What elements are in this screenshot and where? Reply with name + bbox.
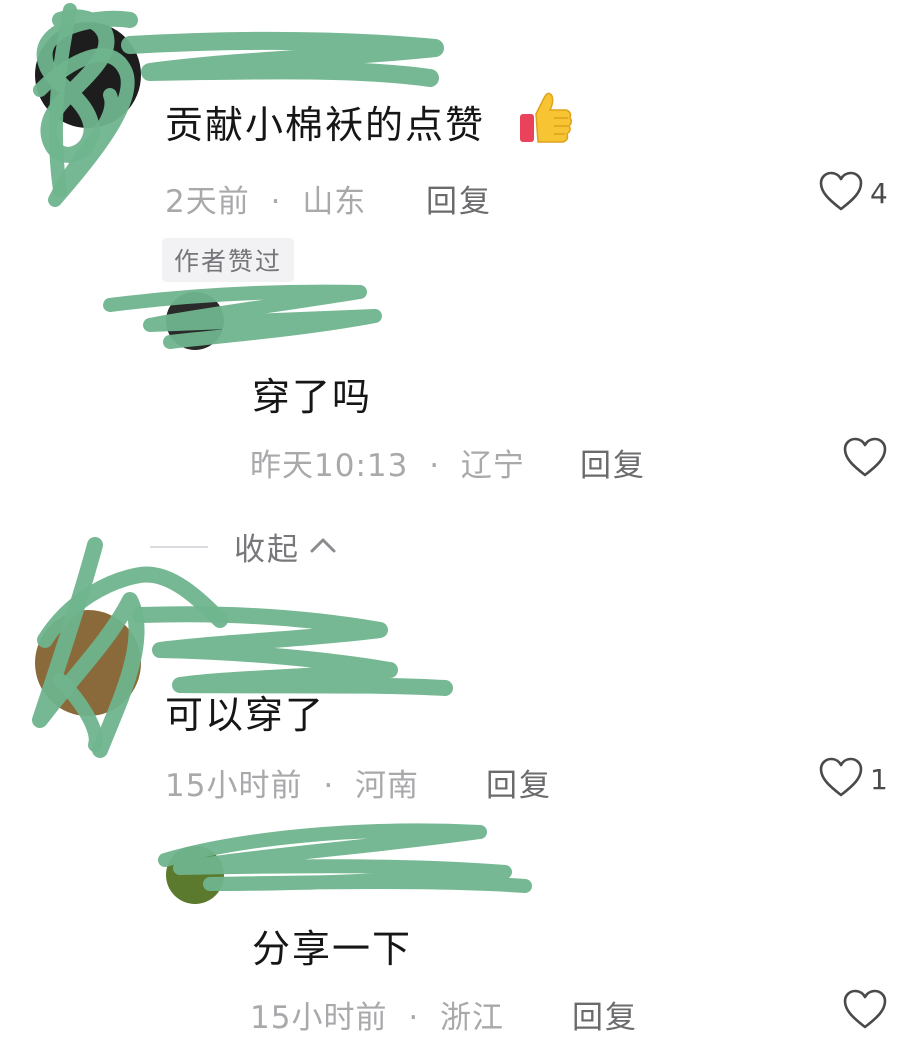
meta-separator: ·: [270, 184, 282, 220]
reply-meta: 昨天10:13 · 辽宁: [250, 440, 525, 485]
avatar[interactable]: [35, 22, 141, 128]
heart-icon: [842, 436, 888, 482]
author-liked-badge: 作者赞过: [162, 238, 295, 282]
thumbs-up-icon: [518, 88, 574, 150]
reply-button[interactable]: 回复: [580, 440, 646, 485]
reply-time: 15小时前: [250, 1000, 388, 1036]
like-button[interactable]: 1: [818, 756, 888, 802]
chevron-up-icon: [308, 535, 338, 559]
heart-icon: [818, 756, 864, 802]
avatar[interactable]: [166, 292, 224, 350]
like-button[interactable]: [842, 436, 888, 482]
avatar[interactable]: [166, 846, 224, 904]
divider-line: [150, 545, 208, 548]
like-button[interactable]: [842, 988, 888, 1034]
comment-meta: 15小时前 · 河南: [165, 760, 419, 805]
comment-text: 贡献小棉袄的点赞: [165, 103, 486, 147]
reply-location: 浙江: [440, 1000, 505, 1036]
comment-location: 河南: [355, 768, 420, 804]
reply-button[interactable]: 回复: [572, 992, 638, 1037]
comment-time: 2天前: [165, 184, 250, 220]
reply-button[interactable]: 回复: [426, 176, 492, 221]
reply-meta: 15小时前 · 浙江: [250, 992, 504, 1037]
reply-text: 穿了吗: [252, 375, 373, 419]
like-button[interactable]: 4: [818, 170, 888, 216]
comment-meta: 2天前 · 山东: [165, 176, 366, 221]
reply-time: 昨天10:13: [250, 448, 409, 484]
comment-time: 15小时前: [165, 768, 303, 804]
reply-location: 辽宁: [460, 448, 525, 484]
collapse-label: 收起: [234, 532, 300, 568]
comment-location: 山东: [302, 184, 367, 220]
meta-separator: ·: [429, 448, 441, 484]
heart-icon: [842, 988, 888, 1034]
meta-separator: ·: [408, 1000, 420, 1036]
reply-button[interactable]: 回复: [486, 760, 552, 805]
redaction-scribble: [32, 3, 532, 893]
collapse-replies-button[interactable]: 收起: [150, 524, 338, 569]
comment-text: 可以穿了: [165, 693, 326, 737]
meta-separator: ·: [323, 768, 335, 804]
username-redacted[interactable]: [165, 28, 174, 61]
reply-text: 分享一下: [252, 927, 413, 971]
like-count: 1: [870, 762, 888, 796]
avatar[interactable]: [35, 610, 141, 716]
heart-icon: [818, 170, 864, 216]
like-count: 4: [870, 176, 888, 210]
